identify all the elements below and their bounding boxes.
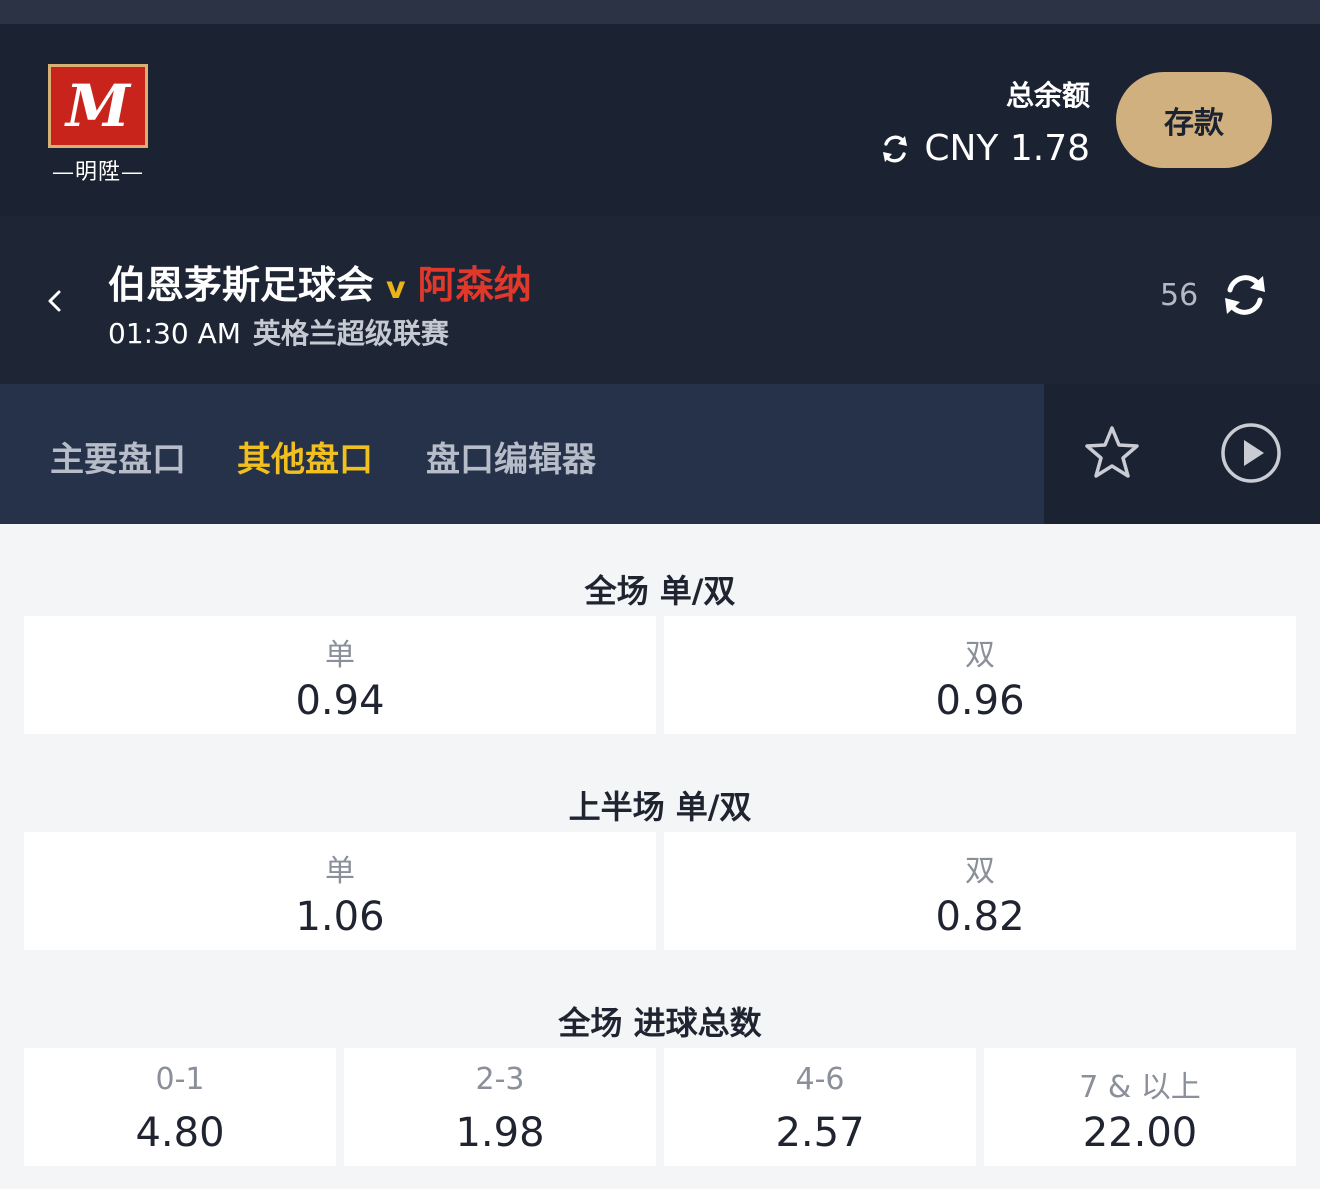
market-title-ft-odd-even: 全场 单/双 [584, 572, 736, 610]
odds-label: 双 [965, 638, 995, 673]
odds-value: 22.00 [1082, 1110, 1198, 1156]
odds-value: 4.80 [135, 1110, 225, 1156]
favorite-star-icon[interactable] [1082, 424, 1142, 482]
tab-market-editor[interactable]: 盘口编辑器 [426, 432, 596, 481]
refresh-odds-icon[interactable] [1218, 268, 1272, 322]
match-info: 01:30 AM 英格兰超级联赛 [108, 312, 449, 352]
odds-value: 1.06 [295, 894, 385, 940]
odds-label: 0-1 [155, 1062, 205, 1097]
odds-value: 1.98 [455, 1110, 545, 1156]
live-stream-play-icon[interactable] [1220, 422, 1282, 484]
refresh-balance-icon[interactable] [878, 132, 912, 166]
home-team: 伯恩茅斯足球会 [108, 263, 375, 307]
odds-button-1h-even[interactable]: 双 0.82 [664, 832, 1296, 950]
balance-label: 总余额 [1005, 79, 1090, 112]
odds-value: 0.94 [295, 678, 385, 724]
logo-subtitle: —明陞— [51, 160, 144, 185]
tab-other-markets[interactable]: 其他盘口 [237, 432, 373, 481]
match-teams: 伯恩茅斯足球会 v 阿森纳 [108, 254, 532, 309]
tab-main-markets[interactable]: 主要盘口 [50, 432, 186, 481]
odds-label: 4-6 [795, 1062, 845, 1097]
app-header: M —明陞— 总余额 CNY 1.78 存款 [0, 24, 1320, 216]
odds-label: 7 & 以上 [1079, 1070, 1201, 1105]
brand-logo[interactable]: M —明陞— [48, 64, 148, 204]
market-title-ft-total-goals: 全场 进球总数 [558, 1004, 762, 1042]
odds-button-1h-odd[interactable]: 单 1.06 [24, 832, 656, 950]
odds-value: 0.82 [935, 894, 1025, 940]
odds-label: 双 [965, 854, 995, 889]
match-header: 伯恩茅斯足球会 v 阿森纳 01:30 AM 英格兰超级联赛 56 [0, 216, 1320, 384]
odds-button-goals-7-plus[interactable]: 7 & 以上 22.00 [984, 1048, 1296, 1166]
odds-value: 0.96 [935, 678, 1025, 724]
logo-emblem: M [48, 64, 148, 148]
odds-button-goals-0-1[interactable]: 0-1 4.80 [24, 1048, 336, 1166]
match-time: 01:30 AM [108, 317, 241, 350]
odds-button-goals-2-3[interactable]: 2-3 1.98 [344, 1048, 656, 1166]
deposit-button[interactable]: 存款 [1116, 72, 1272, 168]
odds-button-ft-odd[interactable]: 单 0.94 [24, 616, 656, 734]
match-league: 英格兰超级联赛 [252, 317, 449, 350]
odds-value: 2.57 [775, 1110, 865, 1156]
odds-label: 2-3 [475, 1062, 525, 1097]
odds-button-goals-4-6[interactable]: 4-6 2.57 [664, 1048, 976, 1166]
odds-button-ft-even[interactable]: 双 0.96 [664, 616, 1296, 734]
tab-actions [1044, 384, 1320, 524]
odds-label: 单 [325, 638, 355, 673]
market-count: 56 [1160, 278, 1199, 313]
balance-value: CNY 1.78 [924, 128, 1090, 169]
odds-label: 单 [325, 854, 355, 889]
away-team: 阿森纳 [417, 263, 532, 307]
market-tabs: 主要盘口 其他盘口 盘口编辑器 [0, 384, 1044, 524]
market-title-1h-odd-even: 上半场 单/双 [568, 788, 752, 826]
versus-label: v [386, 271, 406, 306]
balance-row: CNY 1.78 [878, 128, 1090, 169]
logo-letter: M [65, 72, 131, 140]
back-chevron-icon[interactable] [44, 288, 66, 314]
top-status-strip [0, 0, 1320, 24]
